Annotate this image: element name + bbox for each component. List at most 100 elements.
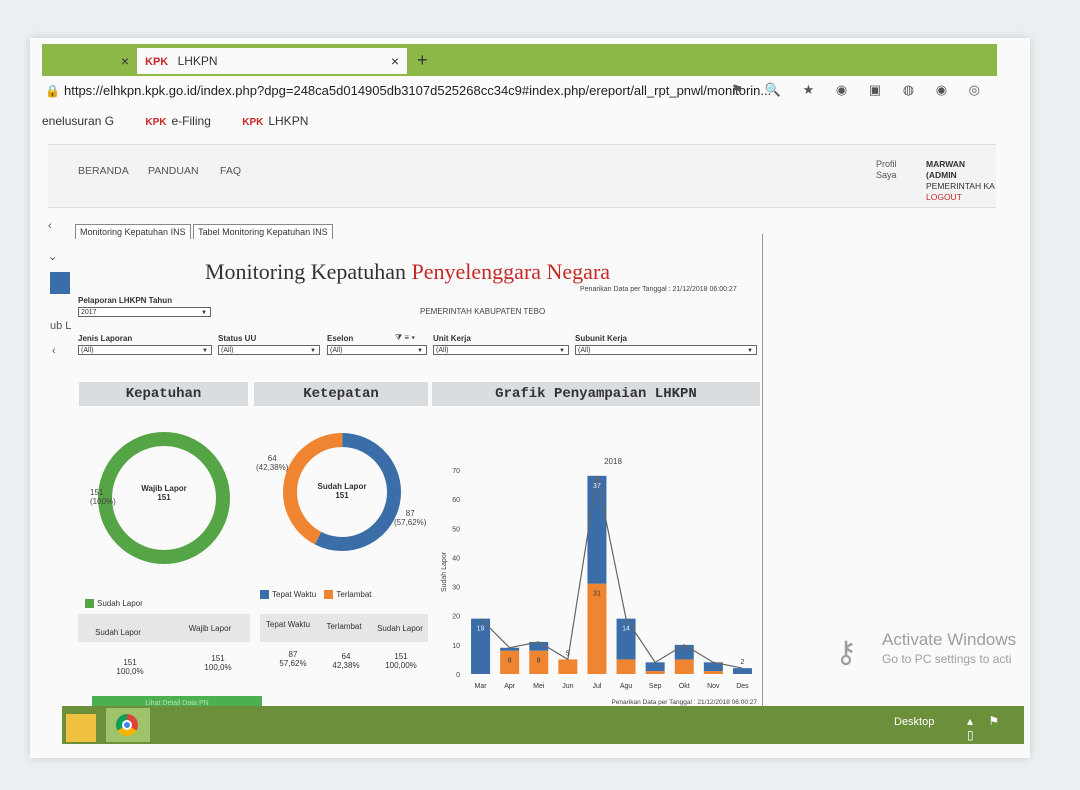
kepatuhan-wajib-value: 151 100,0% [204, 654, 232, 672]
ketepatan-header: Ketepatan [254, 382, 428, 406]
data-label: 8 [537, 658, 541, 665]
nav-faq[interactable]: FAQ [220, 165, 241, 177]
x-tick-label: Okt [679, 683, 690, 690]
bar-tepat-waktu-Sep[interactable] [645, 662, 665, 672]
bar-terlambat-Agu[interactable] [616, 659, 636, 674]
status-select[interactable]: (All) ▼ [218, 345, 320, 355]
dropdown-arrow-icon: ▼ [310, 348, 316, 354]
bar-terlambat-Okt[interactable] [674, 659, 694, 674]
total-trend-line [480, 475, 743, 669]
chart-footer-timestamp: Penarikan Data per Tanggal : 21/12/2018 … [611, 699, 757, 706]
bar-tepat-waktu-Des[interactable] [732, 668, 752, 674]
dropdown-arrow-icon: ▼ [559, 348, 565, 354]
col-wajib-lapor: Wajib Lapor [188, 624, 232, 633]
eselon-select[interactable]: (All) ▼ [327, 345, 427, 355]
chart-subtitle: 2018 [604, 457, 622, 466]
bookmark-efiling[interactable]: KPK e-Filing [145, 114, 224, 128]
y-tick-label: 40 [452, 555, 460, 562]
kpk-logo-icon: KPK [242, 117, 264, 128]
user-org: PEMERINTAH KA [926, 181, 995, 191]
dropdown-arrow-icon: ▼ [747, 348, 753, 354]
site-navbar: BERANDA PANDUAN FAQ Profil Saya MARWAN (… [48, 144, 996, 208]
bookmark-lhkpn[interactable]: KPK LHKPN [242, 114, 322, 128]
chart-header: Grafik Penyampaian LHKPN [432, 382, 760, 406]
dropdown-arrow-icon: ▼ [201, 310, 207, 316]
org-name: PEMERINTAH KABUPATEN TEBO [420, 307, 546, 316]
tab-close-icon[interactable]: × [121, 48, 129, 74]
system-tray-icons[interactable]: ▴ ⚑ ▯ [967, 714, 1024, 742]
bookmark-penelusuran[interactable]: enelusuran G [42, 114, 128, 128]
bar-terlambat-Sep[interactable] [645, 671, 665, 674]
activate-windows-watermark: Activate Windows Go to PC settings to ac… [882, 630, 1017, 666]
file-explorer-icon[interactable] [66, 714, 96, 742]
tab-close-icon[interactable]: × [391, 48, 399, 74]
data-label: 31 [593, 591, 601, 598]
data-label: 2 [740, 659, 744, 666]
nav-beranda[interactable]: BERANDA [78, 165, 129, 177]
bar-tepat-waktu-Jul[interactable] [587, 475, 607, 584]
x-tick-label: Nov [707, 683, 720, 690]
x-tick-label: Mei [533, 683, 545, 690]
subunit-select[interactable]: (All) ▼ [575, 345, 757, 355]
x-tick-label: Jul [592, 683, 601, 690]
x-tick-label: Jun [562, 683, 573, 690]
filter-options-icon[interactable]: ⧩ ≡ ▾ [395, 333, 415, 343]
kpk-logo-icon: KPK [145, 56, 169, 68]
tab-title: LHKPN [177, 54, 218, 68]
kepatuhan-data-label: 151 (100%) [90, 488, 116, 506]
dropdown-arrow-icon: ▼ [417, 348, 423, 354]
bookmarks-bar: enelusuran G KPK e-Filing KPK LHKPN [42, 114, 997, 136]
chevron-down-icon[interactable]: ⌄ [48, 250, 57, 263]
user-name: MARWAN (ADMIN [926, 159, 966, 180]
sudah-lapor-value: 151 100,00% [385, 652, 417, 670]
ketepatan-center: Sudah Lapor 151 [317, 482, 367, 500]
user-info: MARWAN (ADMIN PEMERINTAH KA LOGOUT [926, 159, 996, 203]
collapse-icon[interactable]: ‹ [52, 345, 56, 357]
y-tick-label: 30 [452, 585, 460, 592]
nav-panduan[interactable]: PANDUAN [148, 165, 199, 177]
extension-icons[interactable]: ⚑ 🔍 ★ ◉ ▣ ◍ ◉ ◎ [732, 82, 989, 98]
logout-link[interactable]: LOGOUT [926, 192, 996, 203]
bar-terlambat-Nov[interactable] [703, 671, 723, 674]
sidebar-fragment: ub L [50, 320, 72, 332]
kepatuhan-center: Wajib Lapor 151 [141, 484, 187, 502]
legend-swatch [85, 599, 94, 609]
unit-label: Unit Kerja [433, 334, 471, 343]
dashboard-frame: Monitoring Kepatuhan Penyelenggara Negar… [70, 234, 763, 712]
jenis-select[interactable]: (All) ▼ [78, 345, 212, 355]
terlambat-value: 64 42,38% [332, 652, 360, 670]
kepatuhan-sudah-value: 151 100,0% [116, 658, 144, 676]
taskbar: Desktop ▴ ⚑ ▯ [62, 706, 1024, 744]
chrome-icon [116, 714, 138, 736]
unit-select[interactable]: (All) ▼ [433, 345, 569, 355]
y-axis-label: Sudah Lapor [441, 551, 448, 592]
collapse-icon[interactable]: ‹ [48, 220, 52, 232]
address-bar: 🔒 https://elhkpn.kpk.go.id/index.php?dpg… [42, 76, 997, 108]
data-label: 37 [593, 483, 601, 490]
chrome-taskbar-button[interactable] [106, 708, 150, 742]
browser-tab-lhkpn[interactable]: KPK LHKPN × [137, 48, 407, 74]
kepatuhan-legend: Sudah Lapor [85, 599, 143, 609]
bar-terlambat-Jun[interactable] [558, 659, 578, 674]
ketepatan-legend: Tepat Waktu Terlambat [260, 590, 372, 600]
x-tick-label: Sep [649, 683, 662, 690]
data-timestamp: Penarikan Data per Tanggal : 21/12/2018 … [580, 286, 737, 293]
new-tab-button[interactable]: + [417, 50, 428, 71]
key-icon: ⚷ [835, 636, 857, 669]
col-sudah-lapor: Sudah Lapor [377, 624, 423, 633]
browser-tab-1[interactable]: × [42, 48, 137, 74]
profile-link[interactable]: Profil Saya [876, 159, 916, 181]
bar-tepat-waktu-Okt[interactable] [674, 644, 694, 660]
subunit-label: Subunit Kerja [575, 334, 628, 343]
year-select[interactable]: 2017 ▼ [78, 307, 211, 317]
jenis-label: Jenis Laporan [78, 334, 133, 343]
kpk-logo-icon: KPK [145, 117, 167, 128]
x-tick-label: Des [736, 683, 749, 690]
sidebar-active-marker [50, 272, 70, 294]
legend-swatch [324, 590, 334, 600]
url-field[interactable]: https://elhkpn.kpk.go.id/index.php?dpg=2… [64, 83, 771, 98]
legend-swatch [260, 590, 269, 600]
data-label: 8 [508, 658, 512, 665]
tepat-waktu-data-label: 87 (57,62%) [394, 509, 427, 527]
desktop-toolbar[interactable]: Desktop [894, 716, 934, 728]
